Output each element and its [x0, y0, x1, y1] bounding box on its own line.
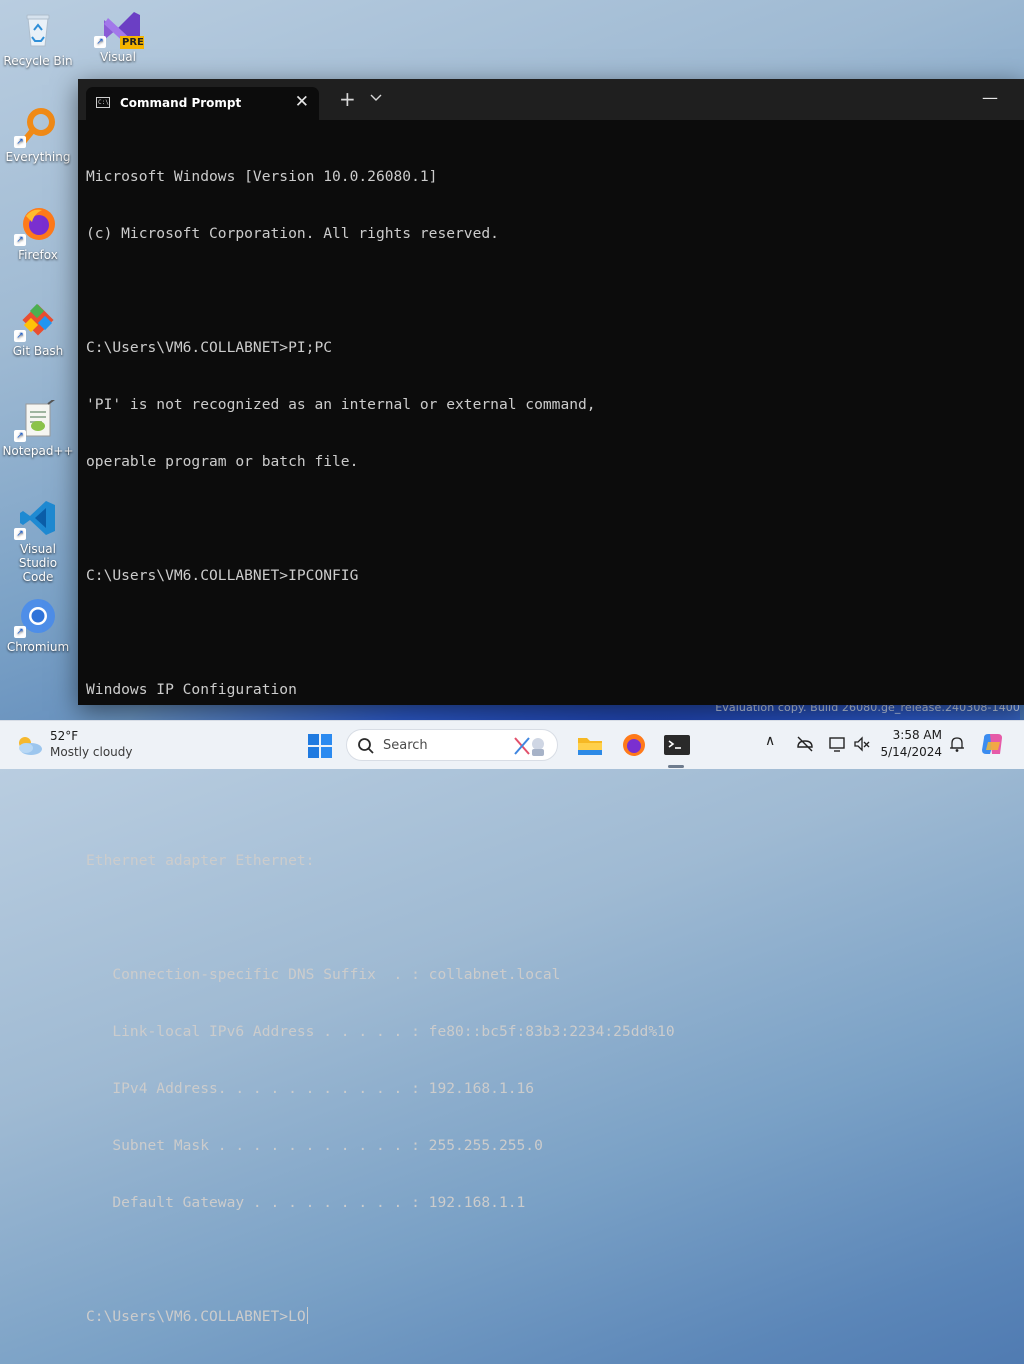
console-line: Subnet Mask . . . . . . . . . . . : 255.… [86, 1137, 543, 1154]
git-bash-icon: ↗ [14, 300, 58, 342]
text-cursor [306, 1307, 308, 1324]
new-tab-button[interactable]: + [339, 87, 356, 111]
console-line: Connection-specific DNS Suffix . : colla… [86, 966, 561, 983]
desktop-icon-git-bash[interactable]: ↗ Git Bash [2, 300, 74, 358]
desktop-icon-label: Visual Studio 2022 Preview [100, 50, 136, 64]
close-tab-icon[interactable]: ✕ [295, 92, 309, 112]
taskbar-search[interactable]: Search [346, 729, 558, 761]
desktop-icon-vscode[interactable]: ↗ Visual Studio Code [2, 498, 74, 584]
console-current-input[interactable]: C:\Users\VM6.COLLABNET>LO [86, 1308, 306, 1325]
console-line: Microsoft Windows [Version 10.0.26080.1] [86, 168, 438, 185]
shortcut-arrow-icon: ↗ [14, 330, 26, 342]
desktop-icon-label: Notepad++ [2, 444, 74, 458]
terminal-taskbar-icon[interactable] [663, 731, 691, 759]
vscode-icon: ↗ [14, 498, 58, 540]
display-icon[interactable] [828, 735, 846, 753]
desktop-icon-label: Visual Studio Code [18, 542, 58, 584]
search-placeholder: Search [383, 738, 428, 753]
shortcut-arrow-icon: ↗ [14, 528, 26, 540]
desktop-icon-firefox[interactable]: ↗ Firefox [2, 204, 74, 262]
speaker-muted-icon[interactable] [853, 735, 871, 753]
tab-title: Command Prompt [120, 96, 242, 110]
shortcut-arrow-icon: ↗ [14, 234, 26, 246]
console-line: Default Gateway . . . . . . . . . : 192.… [86, 1194, 526, 1211]
terminal-titlebar[interactable]: C:\ Command Prompt ✕ + — [78, 79, 1024, 120]
tab-dropdown-chevron-icon[interactable] [370, 92, 382, 105]
desktop-icon-everything[interactable]: ↗ Everything [2, 106, 74, 164]
search-icon [358, 738, 374, 754]
show-hidden-icons-chevron-icon[interactable]: ∧ [765, 733, 775, 749]
everything-search-icon: ↗ [14, 106, 58, 148]
shortcut-arrow-icon: ↗ [94, 36, 106, 48]
clock-date[interactable]: 5/14/2024 [880, 745, 942, 759]
shortcut-arrow-icon: ↗ [14, 626, 26, 638]
cloud-sun-icon [19, 737, 42, 755]
desktop-icon-label: Everything [5, 150, 71, 164]
desktop-icon-notepad-plus-plus[interactable]: ↗ Notepad++ [2, 397, 74, 458]
shortcut-arrow-icon: ↗ [14, 430, 26, 442]
chromium-icon: ↗ [14, 596, 58, 638]
desktop-icon-label: Git Bash [12, 344, 64, 358]
weather-temperature: 52°F [50, 729, 79, 743]
preview-badge: PRE [122, 37, 144, 48]
minimize-button[interactable]: — [982, 88, 998, 107]
desktop-icon-recycle-bin[interactable]: Recycle Bin [2, 10, 74, 68]
console-line: Link-local IPv6 Address . . . . . : fe80… [86, 1023, 675, 1040]
desktop-icon-visual-studio-preview[interactable]: PRE ↗ Visual Studio 2022 Preview [82, 6, 154, 64]
desktop-icon-label: Chromium [6, 640, 70, 654]
notepad-plus-plus-icon: ↗ [14, 397, 58, 442]
console-line: C:\Users\VM6.COLLABNET>PI;PC [86, 339, 333, 356]
console-line: Ethernet adapter Ethernet: [86, 852, 315, 869]
tab-command-prompt[interactable]: C:\ Command Prompt ✕ [86, 87, 319, 120]
console-line: 'PI' is not recognized as an internal or… [86, 396, 596, 413]
search-highlight-icon [514, 737, 544, 756]
console-line: C:\Users\VM6.COLLABNET>IPCONFIG [86, 567, 359, 584]
console-line: operable program or batch file. [86, 453, 359, 470]
console-line: Windows IP Configuration [86, 681, 297, 698]
notification-bell-icon[interactable] [948, 735, 966, 753]
console-line: IPv4 Address. . . . . . . . . . . : 192.… [86, 1080, 535, 1097]
weather-description: Mostly cloudy [50, 745, 133, 759]
console-prompt-line[interactable]: C:\Users\VM6.COLLABNET>LO [86, 1307, 1014, 1326]
taskbar: 52°F Mostly cloudy Search ∧ 3:58 AM 5/14… [0, 720, 1024, 769]
firefox-taskbar-icon[interactable] [620, 731, 648, 759]
console-output[interactable]: Microsoft Windows [Version 10.0.26080.1]… [86, 129, 1014, 1325]
terminal-window[interactable]: C:\ Command Prompt ✕ + — Microsoft Windo… [78, 79, 1024, 1325]
recycle-bin-icon [18, 10, 58, 50]
network-disconnected-icon[interactable] [795, 735, 815, 753]
firefox-icon: ↗ [14, 204, 58, 246]
desktop-icon-chromium[interactable]: ↗ Chromium [2, 596, 74, 654]
visual-studio-icon: PRE ↗ [94, 6, 144, 49]
desktop-icon-label: Recycle Bin [3, 54, 73, 68]
desktop-icon-label: Firefox [18, 248, 58, 262]
command-prompt-icon: C:\ [96, 97, 110, 108]
shortcut-arrow-icon: ↗ [14, 136, 26, 148]
console-line: (c) Microsoft Corporation. All rights re… [86, 225, 499, 242]
clock-time[interactable]: 3:58 AM [886, 728, 942, 742]
copilot-icon[interactable] [980, 732, 1006, 756]
windows-start-icon[interactable] [308, 734, 332, 758]
file-explorer-icon[interactable] [576, 731, 604, 759]
